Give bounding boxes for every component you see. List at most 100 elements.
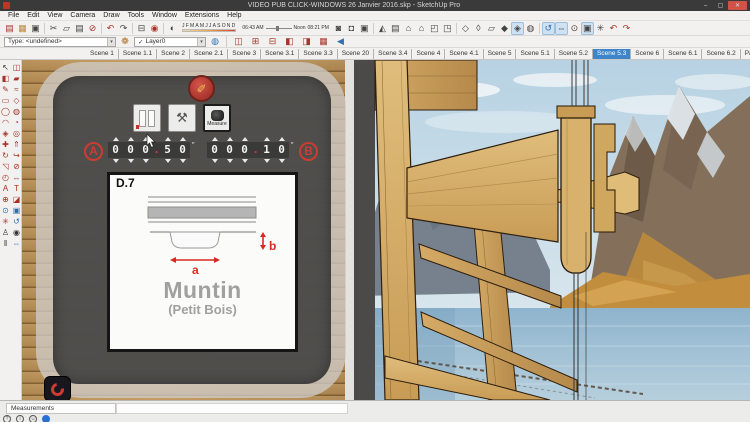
plugin-export-icon[interactable]: ◀ bbox=[334, 35, 347, 48]
plugin-window-start-icon[interactable]: ◫ bbox=[232, 35, 245, 48]
scene-tab-panneau[interactable]: Panneau de commande bbox=[741, 49, 750, 59]
canvas-3d-scene[interactable] bbox=[345, 60, 750, 400]
scene-tab-4-1[interactable]: Scene 4.1 bbox=[445, 49, 483, 59]
help-icon[interactable]: ? bbox=[3, 415, 11, 422]
decrement-arrow[interactable] bbox=[180, 159, 186, 163]
geolocation-dot-icon[interactable] bbox=[42, 415, 50, 422]
circle-tool[interactable]: ◯ bbox=[0, 106, 11, 117]
rectangle-tool[interactable]: ▭ bbox=[0, 95, 11, 106]
layer-combo[interactable]: ✓ Layer0 ▾ bbox=[134, 37, 206, 47]
decrement-arrow[interactable] bbox=[128, 159, 134, 163]
decrement-arrow[interactable] bbox=[143, 159, 149, 163]
menu-tools[interactable]: Tools bbox=[124, 12, 148, 19]
left-view-icon[interactable]: ◰ bbox=[428, 22, 441, 35]
rotated-rectangle-tool[interactable]: ◇ bbox=[11, 95, 22, 106]
decrement-arrow[interactable] bbox=[242, 159, 248, 163]
measurements-value[interactable] bbox=[116, 403, 348, 414]
zoom-icon[interactable]: ⊙ bbox=[568, 22, 581, 35]
close-button[interactable]: ✕ bbox=[728, 1, 747, 10]
orbit-tool[interactable]: ↺ bbox=[11, 216, 22, 227]
menu-edit[interactable]: Edit bbox=[23, 12, 43, 19]
scene-tab-5-1[interactable]: Scene 5.1 bbox=[516, 49, 554, 59]
zoom-window-icon[interactable]: ▣ bbox=[581, 22, 594, 35]
zoom-tool[interactable]: ⊙ bbox=[0, 205, 11, 216]
menu-camera[interactable]: Camera bbox=[66, 12, 99, 19]
zoom-extents-tool[interactable]: ✳ bbox=[0, 216, 11, 227]
classifier-icon[interactable]: ❁ bbox=[119, 36, 131, 48]
person-icon[interactable]: ☺ bbox=[29, 415, 37, 422]
scene-tab-3-3[interactable]: Scene 3.3 bbox=[299, 49, 337, 59]
dimensions-tool[interactable]: ↔ bbox=[11, 172, 22, 183]
menu-view[interactable]: View bbox=[43, 12, 66, 19]
decrement-arrow[interactable] bbox=[165, 159, 171, 163]
scene-tab-3-4[interactable]: Scene 3.4 bbox=[374, 49, 412, 59]
chevron-down-icon[interactable]: ▾ bbox=[197, 38, 205, 46]
follow-me-tool[interactable]: ↪ bbox=[11, 150, 22, 161]
zoom-extents-icon[interactable]: ✳ bbox=[594, 22, 607, 35]
pan-icon[interactable]: ⇔ bbox=[555, 22, 568, 35]
model-info-icon[interactable]: ◉ bbox=[148, 22, 161, 35]
textured-style-icon[interactable]: ◈ bbox=[511, 22, 524, 35]
zoom-window-tool[interactable]: ▣ bbox=[11, 205, 22, 216]
line-tool[interactable]: ✎ bbox=[0, 84, 11, 95]
layer-manager-icon[interactable]: ◍ bbox=[209, 36, 221, 48]
download-model-icon[interactable]: ◙ bbox=[332, 22, 345, 35]
arc-tool[interactable]: ◠ bbox=[0, 117, 11, 128]
increment-arrow[interactable] bbox=[242, 137, 248, 141]
scene-tab-1[interactable]: Scene 1 bbox=[86, 49, 119, 59]
paint-bucket-tool[interactable]: ◧ bbox=[0, 73, 11, 84]
model-viewport[interactable]: ✐ ⚒ Measure A 0 0 0 bbox=[0, 60, 750, 400]
polygon-tool[interactable]: ◈ bbox=[0, 128, 11, 139]
monochrome-style-icon[interactable]: ◍ bbox=[524, 22, 537, 35]
share-model-icon[interactable]: ◘ bbox=[345, 22, 358, 35]
look-around-tool[interactable]: ◉ bbox=[11, 227, 22, 238]
measure-button[interactable]: Measure bbox=[203, 104, 231, 132]
text-tool[interactable]: A bbox=[0, 183, 11, 194]
open-file-icon[interactable]: ▦ bbox=[16, 22, 29, 35]
plugin-frame-icon[interactable]: ⊞ bbox=[249, 35, 262, 48]
increment-arrow[interactable] bbox=[113, 137, 119, 141]
scene-tab-2[interactable]: Scene 2 bbox=[157, 49, 190, 59]
scene-tab-3-1[interactable]: Scene 3.1 bbox=[261, 49, 299, 59]
scene-tab-6[interactable]: Scene 6 bbox=[631, 49, 664, 59]
tape-measure-tool[interactable]: ⊘ bbox=[11, 161, 22, 172]
copy-icon[interactable]: ▱ bbox=[60, 22, 73, 35]
scene-tab-5[interactable]: Scene 5 bbox=[484, 49, 517, 59]
menu-extensions[interactable]: Extensions bbox=[181, 12, 223, 19]
section-plane-tool[interactable]: ◪ bbox=[11, 194, 22, 205]
shadow-time-slider[interactable]: 06:43 AM Noon 08:21 PM bbox=[242, 25, 329, 31]
move-tool[interactable]: ✚ bbox=[0, 139, 11, 150]
orbit-icon[interactable]: ↺ bbox=[542, 22, 555, 35]
freehand-tool[interactable]: ≈ bbox=[11, 84, 22, 95]
top-view-icon[interactable]: ▤ bbox=[389, 22, 402, 35]
scene-tab-6-1[interactable]: Scene 6.1 bbox=[664, 49, 702, 59]
increment-arrow[interactable] bbox=[128, 137, 134, 141]
decrement-arrow[interactable] bbox=[212, 159, 218, 163]
menu-help[interactable]: Help bbox=[223, 12, 245, 19]
time-slider-track[interactable] bbox=[266, 28, 292, 29]
redo-icon[interactable]: ↷ bbox=[117, 22, 130, 35]
date-slider-track[interactable] bbox=[182, 29, 236, 32]
menu-file[interactable]: File bbox=[4, 12, 23, 19]
decrement-arrow[interactable] bbox=[279, 159, 285, 163]
decrement-arrow[interactable] bbox=[227, 159, 233, 163]
erase-icon[interactable]: ⊘ bbox=[86, 22, 99, 35]
back-view-icon[interactable]: ⌂ bbox=[415, 22, 428, 35]
scale-tool[interactable]: ◹ bbox=[0, 161, 11, 172]
position-camera-tool[interactable]: ♙ bbox=[0, 227, 11, 238]
increment-arrow[interactable] bbox=[264, 137, 270, 141]
plugin-panel-icon[interactable]: ▦ bbox=[317, 35, 330, 48]
measurements-box[interactable]: Measurements bbox=[6, 403, 116, 414]
shaded-style-icon[interactable]: ◆ bbox=[498, 22, 511, 35]
decrement-arrow[interactable] bbox=[264, 159, 270, 163]
front-view-icon[interactable]: ⌂ bbox=[402, 22, 415, 35]
axes-tool[interactable]: ⊕ bbox=[0, 194, 11, 205]
previous-view-icon[interactable]: ↶ bbox=[607, 22, 620, 35]
scene-tab-5-2[interactable]: Scene 5.2 bbox=[555, 49, 593, 59]
scene-tab-4[interactable]: Scene 4 bbox=[412, 49, 445, 59]
select-tool[interactable]: ↖ bbox=[0, 62, 11, 73]
plugin-hub-button[interactable]: ✐ bbox=[188, 75, 215, 102]
plugin-sash-icon[interactable]: ⊟ bbox=[266, 35, 279, 48]
save-icon[interactable]: ▣ bbox=[29, 22, 42, 35]
warehouse-icon[interactable]: ▣ bbox=[358, 22, 371, 35]
